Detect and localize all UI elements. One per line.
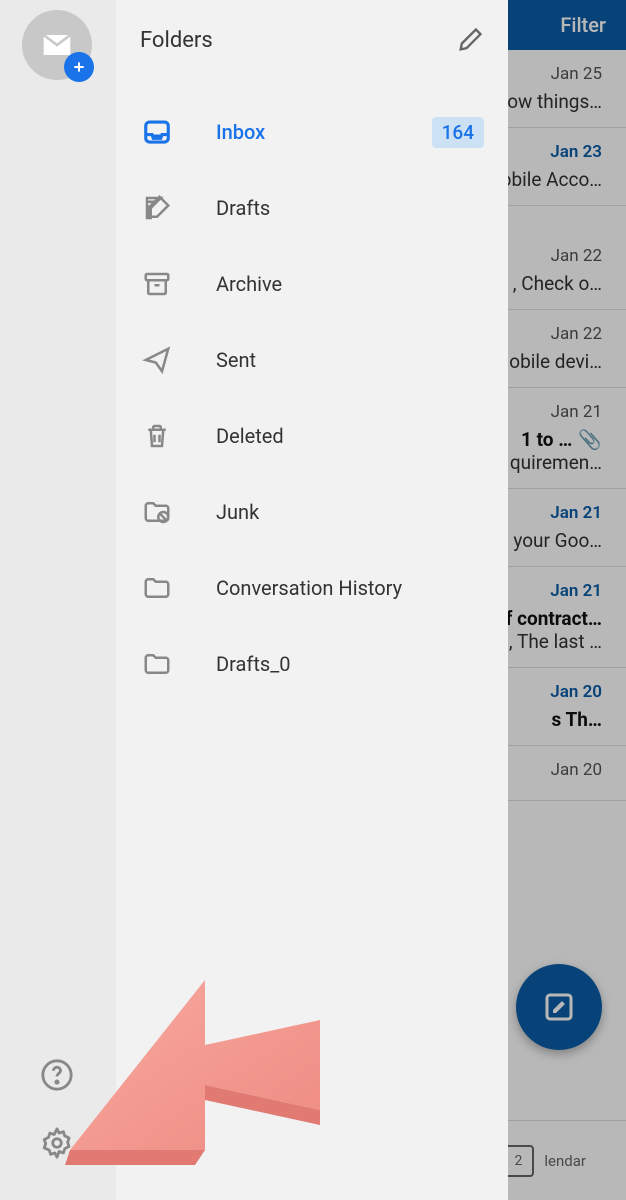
plus-icon	[71, 59, 87, 75]
archive-icon	[140, 267, 174, 301]
settings-button[interactable]	[40, 1126, 74, 1160]
drawer-title: Folders	[140, 28, 213, 53]
account-avatar[interactable]	[22, 10, 92, 80]
folder-label: Archive	[216, 272, 484, 296]
folder-label: Drafts	[216, 196, 484, 220]
folder-item-inbox[interactable]: Inbox 164	[140, 94, 484, 170]
trash-icon	[140, 419, 174, 453]
folder-icon	[140, 571, 174, 605]
sent-icon	[140, 343, 174, 377]
folder-label: Conversation History	[216, 576, 484, 600]
navigation-drawer: Folders Inbox 164 Drafts	[0, 0, 508, 1200]
help-button[interactable]	[40, 1058, 74, 1092]
folder-item-junk[interactable]: Junk	[140, 474, 484, 550]
inbox-icon	[140, 115, 174, 149]
folder-item-archive[interactable]: Archive	[140, 246, 484, 322]
folder-label: Deleted	[216, 424, 484, 448]
edit-folders-button[interactable]	[456, 26, 484, 54]
folder-label: Junk	[216, 500, 484, 524]
account-rail	[0, 0, 116, 1200]
folder-label: Inbox	[216, 120, 432, 144]
gear-icon	[40, 1126, 74, 1160]
help-icon	[40, 1058, 74, 1092]
drawer-content: Folders Inbox 164 Drafts	[116, 0, 508, 1200]
add-account-badge[interactable]	[64, 52, 94, 82]
drawer-header: Folders	[140, 26, 484, 54]
folder-label: Drafts_0	[216, 652, 484, 676]
folder-item-drafts-0[interactable]: Drafts_0	[140, 626, 484, 702]
folder-item-drafts[interactable]: Drafts	[140, 170, 484, 246]
junk-icon	[140, 495, 174, 529]
folder-item-sent[interactable]: Sent	[140, 322, 484, 398]
folder-item-conversation-history[interactable]: Conversation History	[140, 550, 484, 626]
folder-label: Sent	[216, 348, 484, 372]
drafts-icon	[140, 191, 174, 225]
folder-badge: 164	[432, 117, 484, 148]
pencil-icon	[456, 26, 484, 54]
folder-icon	[140, 647, 174, 681]
folder-item-deleted[interactable]: Deleted	[140, 398, 484, 474]
